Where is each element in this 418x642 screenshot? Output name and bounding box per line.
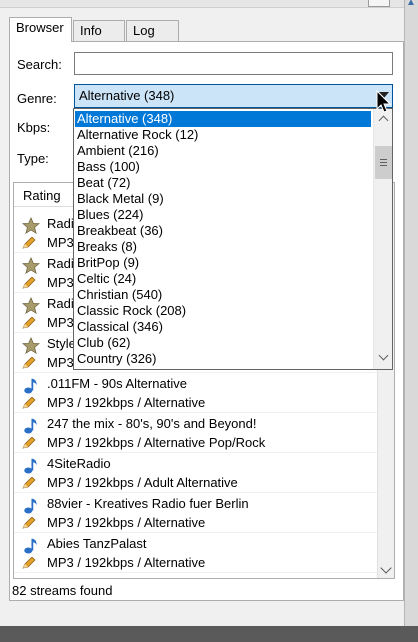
genre-option[interactable]: BritPop (9) xyxy=(75,255,371,271)
star-icon xyxy=(21,296,41,315)
pencil-icon[interactable] xyxy=(22,396,36,409)
genre-select[interactable]: Alternative (348) xyxy=(74,84,393,108)
window-control-button[interactable] xyxy=(368,0,390,7)
dropdown-scrollbar[interactable] xyxy=(373,109,392,369)
stream-title: Style xyxy=(47,336,76,351)
pencil-icon[interactable] xyxy=(22,476,36,489)
genre-option[interactable]: Breakbeat (36) xyxy=(75,223,371,239)
scroll-thumb[interactable] xyxy=(375,146,392,179)
list-item[interactable]: .011FM - 90s Alternative MP3 / 192kbps / … xyxy=(14,373,380,413)
music-note-icon xyxy=(22,537,40,555)
genre-option[interactable]: Beat (72) xyxy=(75,175,371,191)
pencil-icon[interactable] xyxy=(22,436,36,449)
genre-option[interactable]: Country (326) xyxy=(75,351,371,367)
genre-option[interactable]: Breaks (8) xyxy=(75,239,371,255)
app-window: Browser Info Log Search: Genre: Alternat… xyxy=(0,0,404,626)
search-label: Search: xyxy=(17,57,62,72)
tab-info-label: Info xyxy=(80,23,102,38)
scroll-up-icon[interactable] xyxy=(378,115,389,126)
genre-option[interactable]: Bass (100) xyxy=(75,159,371,175)
tab-browser[interactable]: Browser xyxy=(9,17,72,42)
stream-title: Radi xyxy=(47,296,74,311)
list-item[interactable]: 88vier - Kreatives Radio fuer Berlin MP3 … xyxy=(14,493,380,533)
star-icon xyxy=(21,336,41,355)
stream-details: MP3 xyxy=(47,235,74,250)
genre-option[interactable]: Celtic (24) xyxy=(75,271,371,287)
title-bar-edge xyxy=(0,0,404,8)
genre-option[interactable]: Classic Rock (208) xyxy=(75,303,371,319)
stream-title: 4SiteRadio xyxy=(47,456,111,471)
stream-details: MP3 / 192kbps / Alternative xyxy=(47,515,206,530)
stream-title: 88vier - Kreatives Radio fuer Berlin xyxy=(47,496,249,511)
genre-option[interactable]: Ambient (216) xyxy=(75,143,371,159)
genre-dropdown-list[interactable]: Alternative (348) Alternative Rock (12) Am… xyxy=(73,108,393,370)
tab-browser-label: Browser xyxy=(16,20,64,35)
music-note-icon xyxy=(22,417,40,435)
stream-title: Radi xyxy=(47,256,74,271)
stream-details: MP3 xyxy=(47,315,74,330)
pencil-icon[interactable] xyxy=(22,276,36,289)
pencil-icon[interactable] xyxy=(22,356,36,369)
pencil-icon[interactable] xyxy=(22,556,36,569)
genre-option[interactable]: Alternative Rock (12) xyxy=(75,127,371,143)
pencil-icon[interactable] xyxy=(22,316,36,329)
genre-label: Genre: xyxy=(17,91,57,106)
genre-option[interactable]: Alternative (348) xyxy=(75,111,371,127)
stream-details: MP3 / 192kbps / Alternative xyxy=(47,555,206,570)
stream-details: MP3 xyxy=(47,275,74,290)
tab-log-label: Log xyxy=(133,23,155,38)
list-item[interactable]: Abies TanzPalast MP3 / 192kbps / Alternat… xyxy=(14,533,380,573)
pencil-icon[interactable] xyxy=(22,236,36,249)
star-icon xyxy=(21,256,41,275)
tab-info[interactable]: Info xyxy=(73,20,125,41)
mouse-cursor-icon xyxy=(376,90,392,113)
status-text: 82 streams found xyxy=(12,583,113,598)
type-label: Type: xyxy=(17,151,49,166)
list-item[interactable]: 4SiteRadio MP3 / 192kbps / Adult Alternat… xyxy=(14,453,380,493)
kbps-label: Kbps: xyxy=(17,120,51,135)
stream-title: Radi xyxy=(47,216,74,231)
genre-select-value: Alternative (348) xyxy=(79,88,175,103)
music-note-icon xyxy=(22,497,40,515)
genre-option[interactable]: Christian (540) xyxy=(75,287,371,303)
column-header-rating[interactable]: Rating xyxy=(23,188,61,203)
background-window-edge: ▲ xyxy=(404,0,418,642)
music-note-icon xyxy=(22,457,40,475)
genre-option[interactable]: Club (62) xyxy=(75,335,371,351)
desktop-background xyxy=(0,626,418,642)
pencil-icon[interactable] xyxy=(22,516,36,529)
scroll-down-icon[interactable] xyxy=(378,350,389,361)
search-input[interactable] xyxy=(74,52,393,75)
genre-option[interactable]: Blues (224) xyxy=(75,207,371,223)
stream-details: MP3 / 192kbps / Alternative xyxy=(47,395,206,410)
music-note-icon xyxy=(22,377,40,395)
star-icon xyxy=(21,216,41,235)
stream-title: 247 the mix - 80's, 90's and Beyond! xyxy=(47,416,257,431)
stream-details: MP3 / 192kbps / Alternative Pop/Rock xyxy=(47,435,266,450)
genre-option[interactable]: Black Metal (9) xyxy=(75,191,371,207)
stream-details: MP3 / 192kbps / Adult Alternative xyxy=(47,475,238,490)
genre-option[interactable]: Classical (346) xyxy=(75,319,371,335)
tab-log[interactable]: Log xyxy=(126,20,179,41)
stream-title: .011FM - 90s Alternative xyxy=(47,376,187,391)
arrow-up-icon: ▲ xyxy=(406,0,416,8)
list-item[interactable]: 247 the mix - 80's, 90's and Beyond! MP3 … xyxy=(14,413,380,453)
stream-details: MP3 xyxy=(47,355,74,370)
scroll-down-icon[interactable] xyxy=(380,562,392,574)
stream-title: Abies TanzPalast xyxy=(47,536,147,551)
